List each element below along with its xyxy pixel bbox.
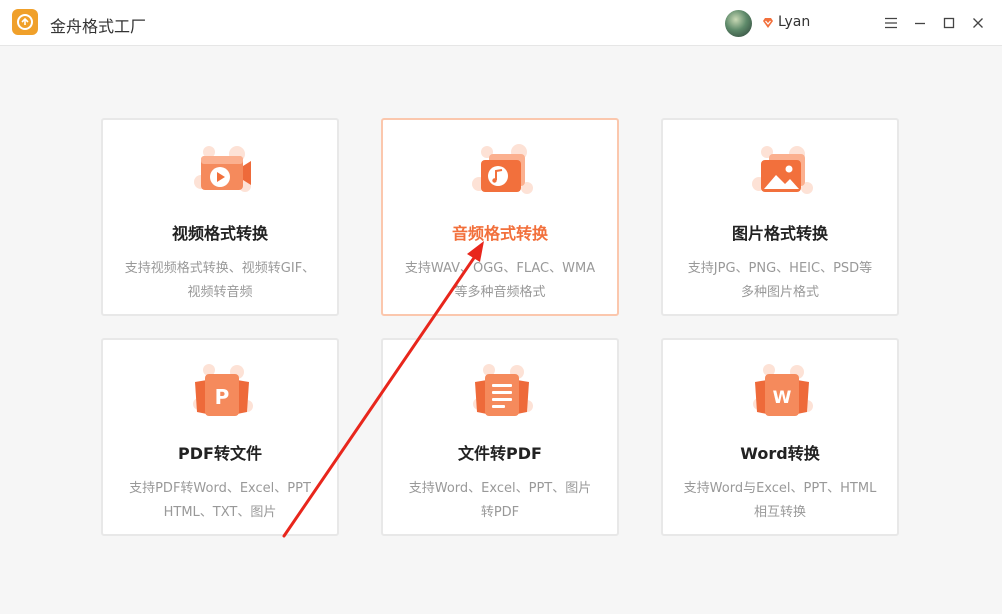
card-icon-glyph: P [215,385,230,409]
menu-button[interactable] [880,12,902,34]
card-title: 图片格式转换 [731,224,828,243]
card-description-line: 支持PDF转Word、Excel、PPT [129,481,311,496]
card-title: 文件转PDF [458,444,542,463]
card-description-line: HTML、TXT、图片 [163,505,277,520]
vip-badge-icon [763,18,773,28]
close-button[interactable] [967,12,989,34]
pdf-to-file-icon: P [193,364,253,416]
main-content: 视频格式转换 支持视频格式转换、视频转GIF、 视频转音频 音频格式转换 支持W… [0,46,1002,614]
card-title: 音频格式转换 [451,224,548,243]
card-description-line: 转PDF [480,505,520,520]
card-description: 支持Word与Excel、PPT、HTML 相互转换 [673,477,887,525]
maximize-button[interactable] [938,12,960,34]
file-to-pdf-icon [473,364,533,416]
card-description: 支持视频格式转换、视频转GIF、 视频转音频 [113,257,327,305]
card-description-line: 视频转音频 [187,285,253,300]
menu-icon [885,17,897,29]
card-title: Word转换 [740,444,820,463]
card-image-convert[interactable]: 图片格式转换 支持JPG、PNG、HEIC、PSD等 多种图片格式 [661,118,899,316]
card-audio-convert[interactable]: 音频格式转换 支持WAV、OGG、FLAC、WMA 等多种音频格式 [381,118,619,316]
video-convert-icon [194,146,251,192]
card-description-line: 多种图片格式 [740,285,819,300]
card-file-to-pdf[interactable]: 文件转PDF 支持Word、Excel、PPT、图片 转PDF [381,338,619,536]
card-description-line: 支持JPG、PNG、HEIC、PSD等 [687,261,873,276]
card-description: 支持WAV、OGG、FLAC、WMA 等多种音频格式 [393,257,607,305]
card-word-convert[interactable]: W Word转换 支持Word与Excel、PPT、HTML 相互转换 [661,338,899,536]
card-description-line: 支持Word、Excel、PPT、图片 [408,481,592,496]
title-bar: 金舟格式工厂 Lyan [0,0,1002,46]
card-description-line: 支持WAV、OGG、FLAC、WMA [404,261,596,276]
image-convert-icon [752,146,813,194]
card-description-line: 相互转换 [753,505,806,520]
audio-convert-icon [472,144,533,194]
minimize-icon [915,22,925,25]
maximize-icon [943,17,955,29]
card-description: 支持Word、Excel、PPT、图片 转PDF [393,477,607,525]
card-description-line: 支持Word与Excel、PPT、HTML [683,481,877,496]
app-title: 金舟格式工厂 [50,17,147,36]
word-convert-icon: W [753,364,813,416]
card-description: 支持JPG、PNG、HEIC、PSD等 多种图片格式 [673,257,887,305]
user-name[interactable]: Lyan [778,14,810,30]
card-video-convert[interactable]: 视频格式转换 支持视频格式转换、视频转GIF、 视频转音频 [101,118,339,316]
card-title: PDF转文件 [178,444,262,463]
card-title: 视频格式转换 [171,224,268,243]
card-pdf-to-file[interactable]: P PDF转文件 支持PDF转Word、Excel、PPT HTML、TXT、图… [101,338,339,536]
card-description: 支持PDF转Word、Excel、PPT HTML、TXT、图片 [113,477,327,525]
user-avatar[interactable] [725,10,752,37]
card-description-line: 支持视频格式转换、视频转GIF、 [124,261,316,276]
minimize-button[interactable] [909,12,931,34]
card-description-line: 等多种音频格式 [454,285,546,300]
card-icon-glyph: W [773,388,792,408]
app-logo-icon [12,9,38,35]
close-icon [973,18,983,28]
